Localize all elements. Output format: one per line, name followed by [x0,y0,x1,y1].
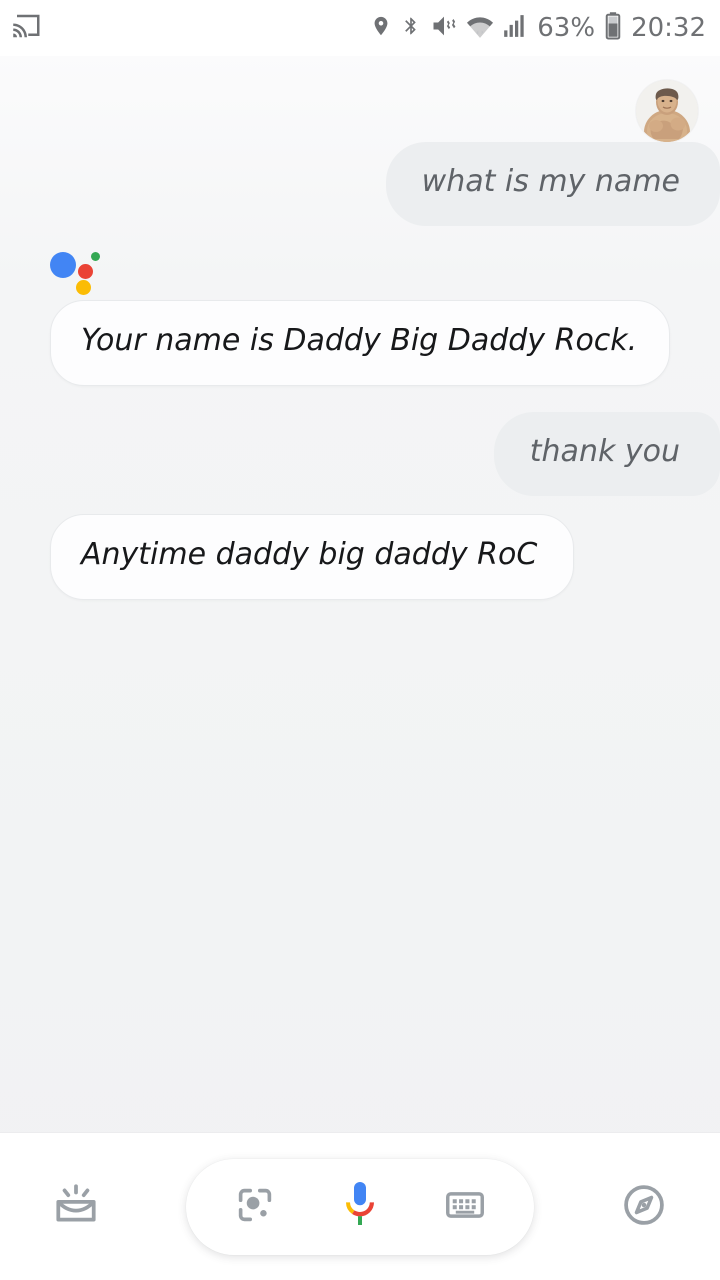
google-assistant-logo [50,248,106,295]
cellular-signal-icon [502,12,528,44]
conversation-scroll[interactable]: what is my name Your name is Daddy Big D… [0,56,720,1132]
snapshot-button[interactable] [40,1171,112,1243]
location-icon [370,12,392,44]
assistant-screen: 63% 20:32 what is my name Your name is D… [0,0,720,1280]
message-row-assistant: Anytime daddy big daddy RoC [0,514,720,600]
message-row-assistant: Your name is Daddy Big Daddy Rock. [0,300,720,386]
keyboard-icon [442,1182,488,1232]
battery-percent-label: 63% [537,13,596,43]
message-text: what is my name [421,164,680,199]
snapshot-icon [51,1180,101,1234]
message-text: Anytime daddy big daddy RoC [81,537,538,572]
battery-icon [604,11,622,45]
message-bubble-assistant[interactable]: Your name is Daddy Big Daddy Rock. [50,300,670,386]
google-mic-button[interactable] [322,1169,398,1245]
message-bubble-assistant[interactable]: Anytime daddy big daddy RoC [50,514,575,600]
status-bar-right: 63% 20:32 [370,11,706,45]
status-bar: 63% 20:32 [0,0,720,56]
cast-screen-icon [12,11,42,45]
message-bubble-user[interactable]: thank you [493,412,720,496]
status-bar-left [12,11,42,45]
clock-label: 20:32 [631,13,706,43]
assistant-dot-blue [50,252,76,278]
assistant-dot-red [78,264,93,279]
keyboard-button[interactable] [427,1169,503,1245]
assistant-dot-yellow [76,280,91,295]
wifi-icon [467,12,494,44]
google-mic-icon [336,1178,384,1236]
google-lens-icon [232,1182,278,1232]
message-bubble-user[interactable]: what is my name [385,142,720,226]
mute-vibrate-icon [430,12,458,44]
assistant-input-pill [186,1158,534,1255]
explore-compass-icon [619,1180,669,1234]
assistant-dot-green [91,252,100,261]
avatar-row [0,80,720,142]
message-row-user: what is my name [0,142,720,226]
explore-button[interactable] [608,1171,680,1243]
bottom-bar [0,1132,720,1280]
bluetooth-icon [401,12,421,44]
message-text: thank you [529,434,680,469]
message-text: Your name is Daddy Big Daddy Rock. [81,323,638,358]
google-lens-button[interactable] [217,1169,293,1245]
user-avatar[interactable] [636,80,698,142]
message-row-user: thank you [0,412,720,496]
